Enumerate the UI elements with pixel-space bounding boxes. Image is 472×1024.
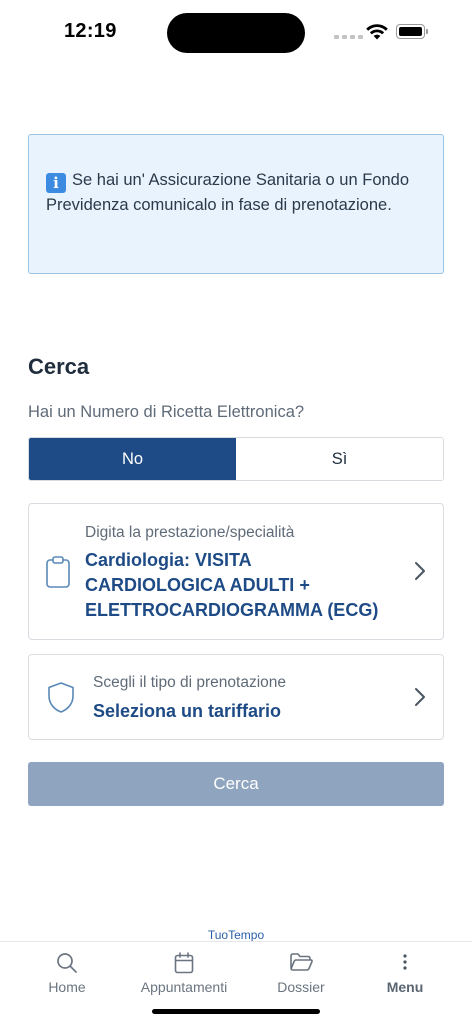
tariff-label: Scegli il tipo di prenotazione xyxy=(93,674,287,691)
chevron-right-icon xyxy=(415,562,425,580)
info-banner-text: i Se hai un' Assicurazione Sanitaria o un… xyxy=(46,168,427,217)
search-icon xyxy=(57,953,77,973)
wifi-icon xyxy=(366,24,388,40)
prescription-toggle: No Sì xyxy=(28,437,444,481)
prescription-question: Hai un Numero di Ricetta Elettronica? xyxy=(28,403,305,421)
brand-link[interactable]: TuoTempo xyxy=(0,928,472,942)
more-vertical-icon xyxy=(403,954,407,970)
insurance-info-banner: i Se hai un' Assicurazione Sanitaria o un… xyxy=(28,134,444,274)
chevron-right-icon xyxy=(415,688,425,706)
status-bar: 12:19 xyxy=(0,0,472,64)
folder-icon xyxy=(290,953,313,971)
tab-home-label: Home xyxy=(48,979,86,995)
tab-home[interactable]: Home xyxy=(8,942,126,1002)
search-button[interactable]: Cerca xyxy=(28,762,444,806)
tariff-selector-card[interactable]: Scegli il tipo di prenotazione Seleziona… xyxy=(28,654,444,740)
clipboard-icon xyxy=(46,556,70,588)
info-message: Se hai un' Assicurazione Sanitaria o un … xyxy=(46,171,410,214)
home-indicator xyxy=(152,1009,320,1014)
battery-icon xyxy=(396,24,428,39)
shield-icon xyxy=(48,682,74,713)
cellular-signal-icon xyxy=(334,35,363,39)
tab-menu-label: Menu xyxy=(386,979,424,995)
service-label: Digita la prestazione/specialità xyxy=(85,524,295,541)
tariff-value: Seleziona un tariffario xyxy=(93,701,282,721)
dynamic-island xyxy=(167,13,305,53)
tab-menu[interactable]: Menu xyxy=(346,942,464,1002)
info-icon: i xyxy=(46,173,66,193)
status-time: 12:19 xyxy=(64,20,117,42)
service-selector-card[interactable]: Digita la prestazione/specialità Cardiol… xyxy=(28,503,444,640)
tab-dossier-label: Dossier xyxy=(277,979,325,995)
service-value: Cardiologia: VISITA CARDIOLOGICA ADULTI … xyxy=(85,550,379,620)
option-no[interactable]: No xyxy=(29,438,236,480)
section-title: Cerca xyxy=(28,354,90,379)
calendar-icon xyxy=(174,952,194,974)
tab-appuntamenti[interactable]: Appuntamenti xyxy=(125,942,243,1002)
option-yes[interactable]: Sì xyxy=(236,438,443,480)
tab-appuntamenti-label: Appuntamenti xyxy=(140,979,228,995)
tab-dossier[interactable]: Dossier xyxy=(242,942,360,1002)
